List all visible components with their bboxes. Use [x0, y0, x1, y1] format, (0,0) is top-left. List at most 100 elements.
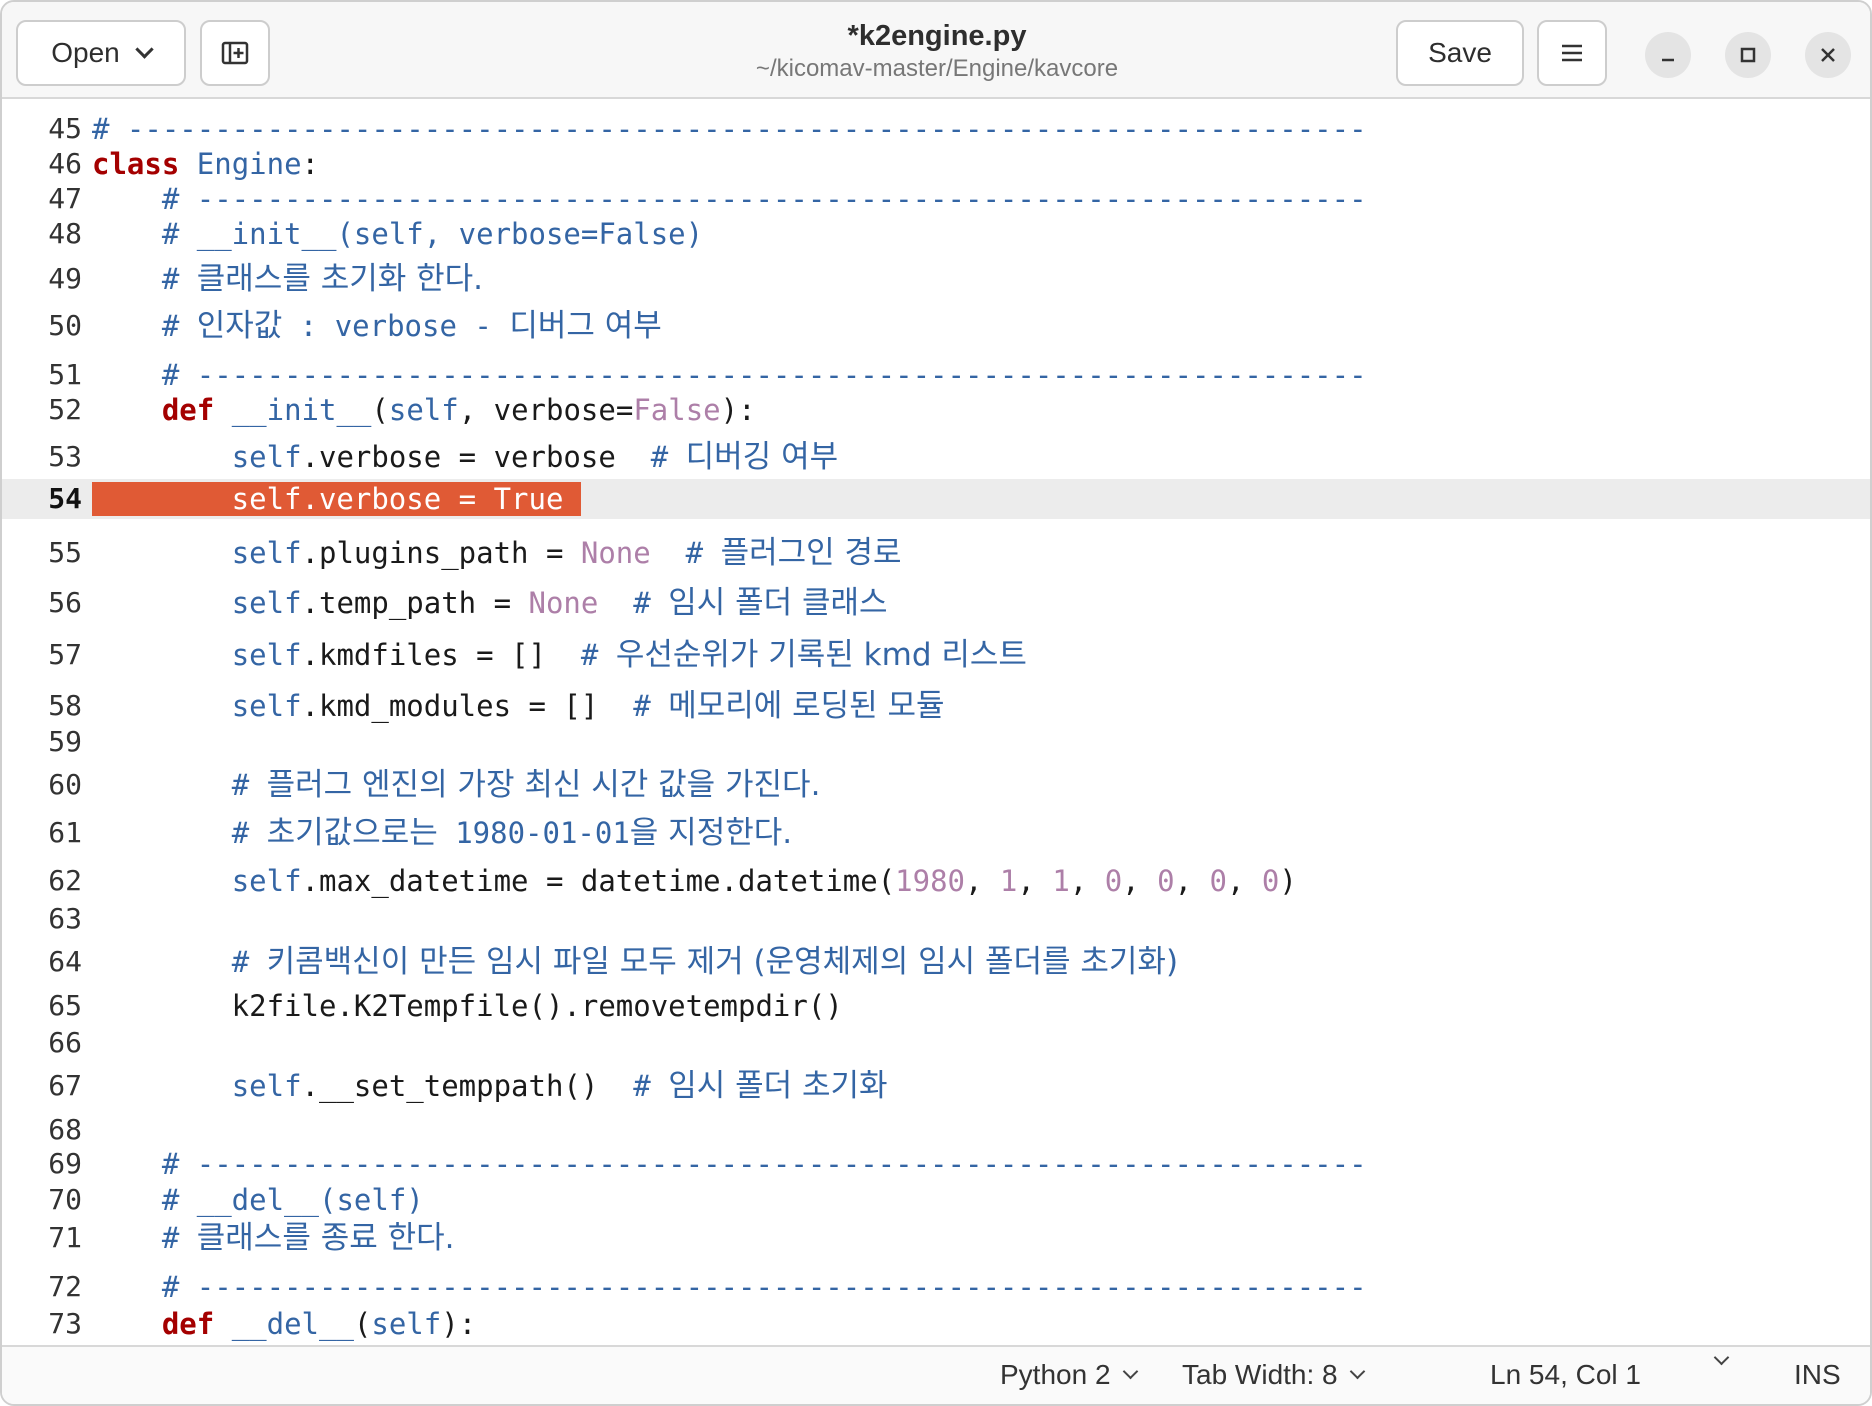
- line-code: # 초기값으로는 1980-01-01을 지정한다.: [92, 815, 792, 851]
- tab-width-selector[interactable]: Tab Width: 8: [1182, 1359, 1365, 1391]
- insert-mode-indicator[interactable]: INS: [1794, 1359, 1841, 1391]
- code-line[interactable]: 68: [2, 1112, 1870, 1148]
- code-token: #: [161, 309, 197, 343]
- line-code: # --------------------------------------…: [92, 357, 1367, 393]
- code-token: #: [231, 945, 267, 979]
- code-line[interactable]: 48 # __init__(self, verbose=False): [2, 216, 1870, 252]
- main-menu-button[interactable]: [1537, 20, 1607, 86]
- code-token: ): [1279, 864, 1297, 898]
- code-token: ,: [1069, 864, 1105, 898]
- code-token: 1980: [895, 864, 965, 898]
- code-token: 초기값으로는: [266, 815, 438, 851]
- code-token: def: [161, 1307, 215, 1341]
- save-button[interactable]: Save: [1396, 20, 1524, 86]
- code-line[interactable]: 45 # ------------------------------------…: [2, 111, 1870, 147]
- cursor-position-label: Ln 54, Col 1: [1490, 1359, 1641, 1390]
- code-line[interactable]: 58 self.kmd_modules = [] # 메모리에 로딩된 모듈: [2, 688, 1870, 724]
- cursor-position[interactable]: Ln 54, Col 1: [1490, 1359, 1641, 1391]
- search-match-highlight: self.verbose = True: [92, 482, 581, 516]
- code-line[interactable]: 62 self.max_datetime = datetime.datetime…: [2, 863, 1870, 899]
- line-number: 51: [48, 358, 82, 391]
- line-code: self.kmdfiles = [] # 우선순위가 기록된 kmd 리스트: [92, 637, 1027, 673]
- code-line[interactable]: 61 # 초기값으로는 1980-01-01을 지정한다.: [2, 815, 1870, 851]
- code-line[interactable]: 71 # 클래스를 종료 한다.: [2, 1220, 1870, 1256]
- code-line[interactable]: 73 def __del__(self):: [2, 1306, 1870, 1342]
- line-number: 69: [48, 1147, 82, 1180]
- code-line[interactable]: 53 self.verbose = verbose # 디버깅 여부: [2, 439, 1870, 475]
- code-line[interactable]: 70 # __del__(self): [2, 1182, 1870, 1218]
- code-token: 0: [1261, 864, 1280, 898]
- code-line[interactable]: 56 self.temp_path = None # 임시 폴더 클래스: [2, 585, 1870, 621]
- line-number: 53: [48, 440, 82, 473]
- gedit-window: Open *k2engine.py ~/kicomav-master/Engin…: [0, 0, 1872, 1406]
- line-number: 72: [48, 1270, 82, 1303]
- insert-mode-label: INS: [1794, 1359, 1841, 1390]
- code-editor[interactable]: 45 # ------------------------------------…: [2, 99, 1870, 1349]
- code-token: #: [633, 1069, 669, 1103]
- line-code: # --------------------------------------…: [92, 111, 1367, 147]
- position-dropdown[interactable]: [1713, 1349, 1730, 1366]
- code-token: ,: [1122, 864, 1158, 898]
- code-token: ,: [1174, 864, 1210, 898]
- code-token: self: [231, 638, 302, 672]
- code-line[interactable]: 52 def __init__(self, verbose=False):: [2, 392, 1870, 428]
- code-token: #: [161, 262, 197, 296]
- line-code: # __del__(self): [92, 1182, 424, 1218]
- line-number: 67: [48, 1069, 82, 1102]
- code-token: # --------------------------------------…: [161, 358, 1367, 392]
- code-line[interactable]: 60 # 플러그 엔진의 가장 최신 시간 값을 가진다.: [2, 767, 1870, 803]
- code-line[interactable]: 55 self.plugins_path = None # 플러그인 경로: [2, 535, 1870, 571]
- code-line[interactable]: 65 k2file.K2Tempfile().removetempdir(): [2, 988, 1870, 1024]
- code-token: # __init__(self, verbose=False): [161, 217, 704, 251]
- code-line[interactable]: 69 # -----------------------------------…: [2, 1146, 1870, 1182]
- code-line[interactable]: 54 self.verbose = True: [2, 479, 1870, 519]
- line-code: def __init__(self, verbose=False):: [92, 392, 756, 428]
- code-token: 0: [1104, 864, 1123, 898]
- open-button[interactable]: Open: [16, 20, 186, 86]
- line-code: # 클래스를 종료 한다.: [92, 1220, 455, 1256]
- line-number: 54: [48, 482, 82, 515]
- line-number: 48: [48, 217, 82, 250]
- line-number: 52: [48, 393, 82, 426]
- code-line[interactable]: 67 self.__set_temppath() # 임시 폴더 초기화: [2, 1068, 1870, 1104]
- code-token: 1980-01-01: [437, 816, 630, 850]
- line-code: # 플러그 엔진의 가장 최신 시간 값을 가진다.: [92, 767, 821, 803]
- code-line[interactable]: 47 # -----------------------------------…: [2, 181, 1870, 217]
- maximize-button[interactable]: [1725, 32, 1771, 78]
- code-line[interactable]: 72 # -----------------------------------…: [2, 1269, 1870, 1305]
- code-token: 플러그 엔진의 가장 최신 시간 값을 가진다.: [266, 767, 821, 803]
- code-line[interactable]: 57 self.kmdfiles = [] # 우선순위가 기록된 kmd 리스…: [2, 637, 1870, 673]
- code-token: 플러그인 경로: [720, 535, 902, 571]
- close-button[interactable]: [1805, 32, 1851, 78]
- code-line[interactable]: 50 # 인자값 : verbose - 디버그 여부: [2, 308, 1870, 344]
- code-token: ):: [720, 393, 756, 427]
- minimize-button[interactable]: [1645, 32, 1691, 78]
- code-token: #: [685, 536, 721, 570]
- line-code: def __del__(self):: [92, 1306, 476, 1342]
- code-line[interactable]: 59: [2, 724, 1870, 760]
- code-line[interactable]: 63: [2, 901, 1870, 937]
- line-code: self.kmd_modules = [] # 메모리에 로딩된 모듈: [92, 688, 945, 724]
- code-line[interactable]: 66: [2, 1025, 1870, 1061]
- code-token: .temp_path =: [301, 586, 529, 620]
- line-code: # 인자값 : verbose - 디버그 여부: [92, 308, 662, 344]
- language-selector[interactable]: Python 2: [1000, 1359, 1138, 1391]
- code-line[interactable]: 64 # 키콤백신이 만든 임시 파일 모두 제거 (운영체제의 임시 폴더를 …: [2, 944, 1870, 980]
- line-number: 65: [48, 989, 82, 1022]
- code-token: 우선순위가 기록된 kmd 리스트: [615, 637, 1027, 673]
- code-line[interactable]: 49 # 클래스를 초기화 한다.: [2, 261, 1870, 297]
- chevron-down-icon: [1713, 1349, 1730, 1366]
- code-line[interactable]: 46 class Engine:: [2, 146, 1870, 182]
- code-token: 인자값: [196, 308, 283, 344]
- code-line[interactable]: 51 # -----------------------------------…: [2, 357, 1870, 393]
- new-tab-button[interactable]: [200, 20, 270, 86]
- code-token: class: [92, 147, 180, 181]
- code-token: .verbose = verbose: [301, 440, 651, 474]
- code-token: 디버그 여부: [509, 308, 662, 344]
